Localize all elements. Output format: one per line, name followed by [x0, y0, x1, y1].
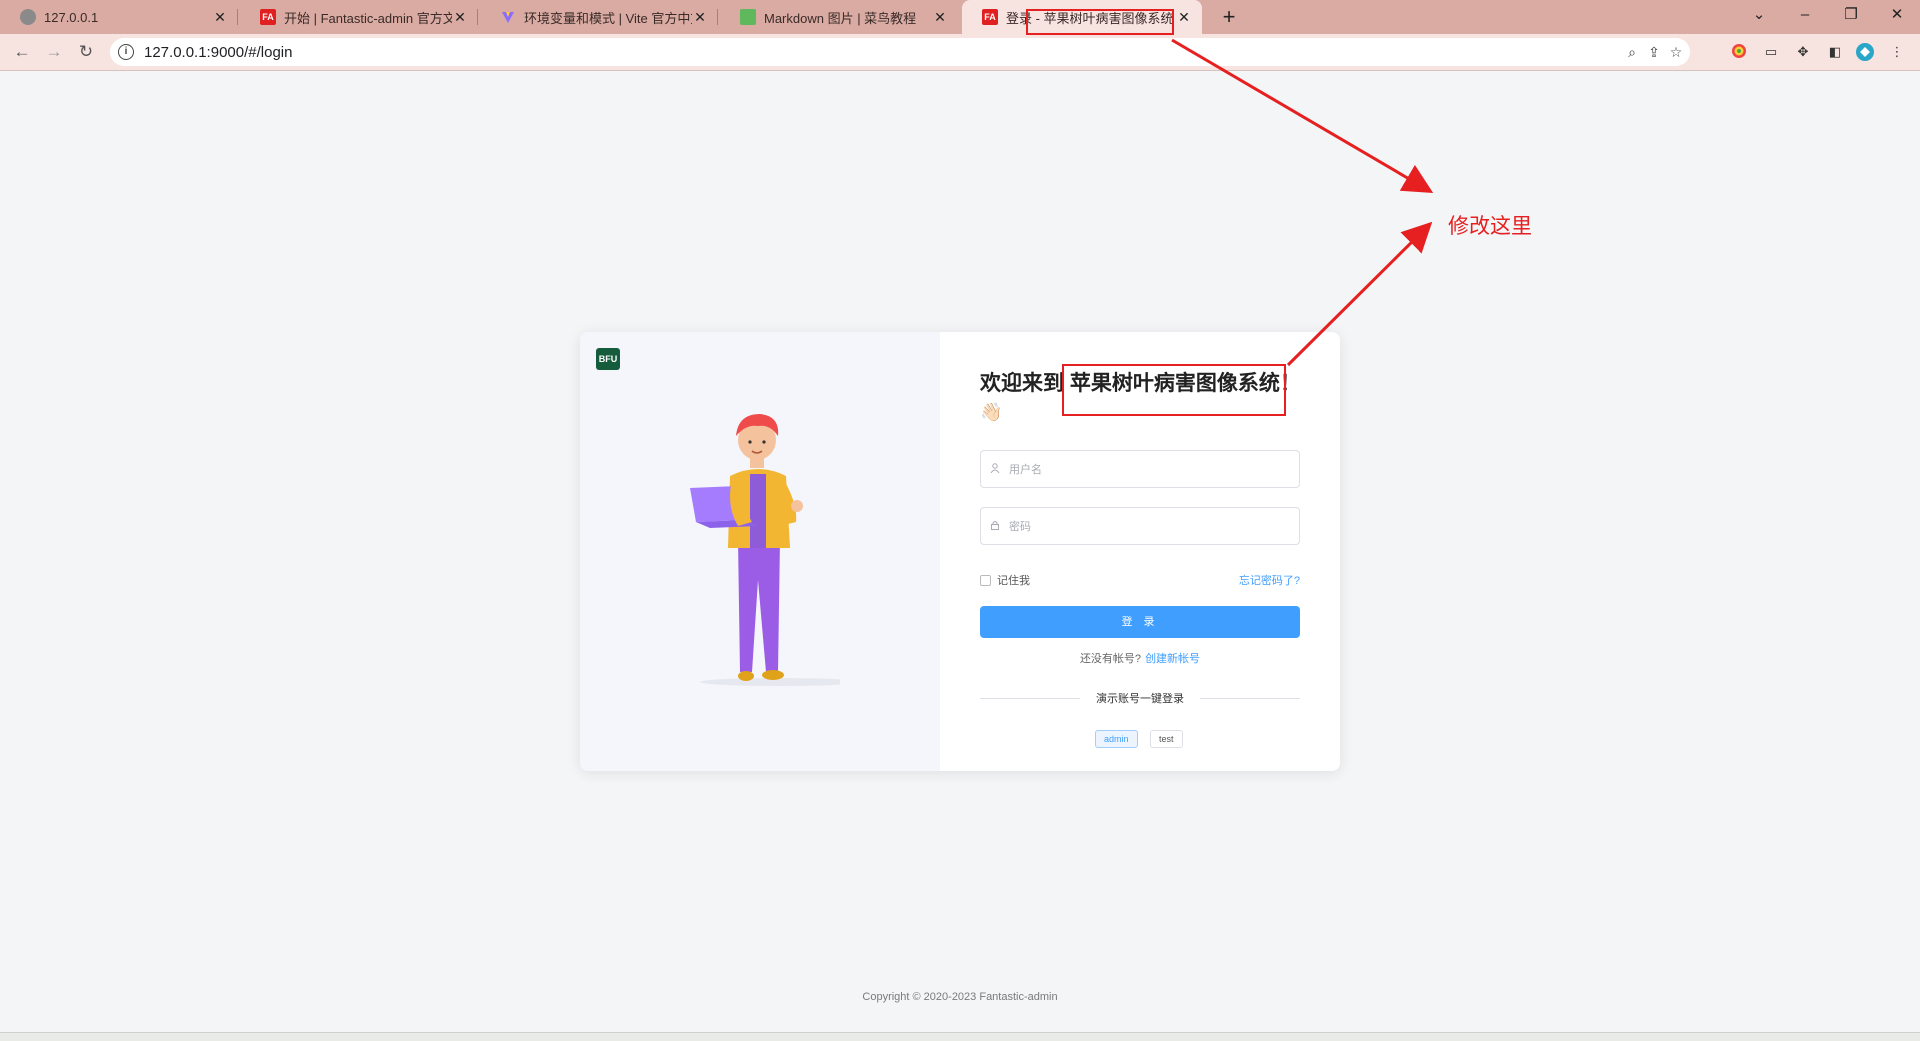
- demo-test-button[interactable]: test: [1150, 730, 1183, 748]
- close-tab-icon[interactable]: ✕: [452, 9, 468, 26]
- person-with-laptop-illustration: [690, 414, 840, 686]
- new-tab-button[interactable]: +: [1216, 4, 1242, 30]
- username-input[interactable]: 用户名: [980, 450, 1300, 488]
- browser-menu-icon[interactable]: ⋮: [1888, 43, 1906, 61]
- forgot-password-link[interactable]: 忘记密码了?: [1239, 572, 1300, 588]
- tab-title: 开始 | Fantastic-admin 官方文档: [284, 10, 452, 26]
- restore-icon[interactable]: ❐: [1828, 0, 1874, 34]
- no-account-text: 还没有帐号?: [1079, 653, 1142, 665]
- fa-logo-icon: FA: [260, 9, 276, 25]
- browser-tab-4[interactable]: Markdown 图片 | 菜鸟教程 ✕: [720, 0, 958, 34]
- browser-tab-1[interactable]: 127.0.0.1 ✕: [0, 0, 238, 34]
- forward-icon[interactable]: →: [42, 40, 66, 64]
- runoob-logo-icon: [740, 9, 756, 25]
- browser-tab-3[interactable]: 环境变量和模式 | Vite 官方中文文档 ✕: [480, 0, 718, 34]
- waving-hand-icon: 👋🏻: [980, 402, 1003, 422]
- remember-me[interactable]: 记住我: [980, 572, 1030, 588]
- zoom-icon[interactable]: ⌕: [1622, 42, 1642, 62]
- password-input[interactable]: 密码: [980, 507, 1300, 545]
- close-window-icon[interactable]: ✕: [1874, 0, 1920, 34]
- remember-label: 记住我: [997, 575, 1030, 587]
- login-button[interactable]: 登 录: [980, 606, 1300, 638]
- close-tab-icon[interactable]: ✕: [212, 9, 228, 26]
- globe-icon: [20, 9, 36, 25]
- reading-list-icon[interactable]: ▭: [1762, 43, 1780, 61]
- browser-tab-bar: 127.0.0.1 ✕ FA 开始 | Fantastic-admin 官方文档…: [0, 0, 1920, 34]
- fa-logo-icon: FA: [982, 9, 998, 25]
- close-tab-icon[interactable]: ✕: [1176, 9, 1192, 26]
- reload-icon[interactable]: ↻: [74, 40, 98, 64]
- welcome-prefix: 欢迎来到: [980, 372, 1064, 395]
- url-text: 127.0.0.1:9000/#/login: [144, 43, 293, 61]
- signup-row: 还没有帐号? 创建新帐号: [940, 650, 1340, 666]
- address-toolbar: ← → ↻ i 127.0.0.1:9000/#/login ⌕ ⇪ ☆: [0, 34, 1920, 71]
- tab-title: Markdown 图片 | 菜鸟教程: [764, 10, 917, 26]
- minimize-icon[interactable]: –: [1782, 0, 1828, 34]
- remember-checkbox[interactable]: [980, 574, 991, 586]
- demo-divider-text: 演示账号一键登录: [1096, 693, 1184, 705]
- extension-color-icon[interactable]: [1730, 43, 1748, 61]
- tab-title: 127.0.0.1: [44, 9, 99, 25]
- back-icon[interactable]: ←: [10, 40, 34, 64]
- close-tab-icon[interactable]: ✕: [692, 9, 708, 26]
- annotation-box-heading: [1062, 364, 1286, 416]
- annotation-box-tab-title: [1026, 9, 1174, 35]
- demo-accounts-divider: 演示账号一键登录: [980, 692, 1300, 706]
- vite-logo-icon: [500, 9, 516, 25]
- login-illustration-panel: BFU: [580, 332, 940, 771]
- lock-icon: [981, 520, 1009, 533]
- annotation-label: 修改这里: [1448, 215, 1532, 238]
- browser-tab-2[interactable]: FA 开始 | Fantastic-admin 官方文档 ✕: [240, 0, 478, 34]
- bookmark-star-icon[interactable]: ☆: [1666, 42, 1686, 62]
- password-placeholder: 密码: [1009, 521, 1031, 533]
- tab-title: 环境变量和模式 | Vite 官方中文文档: [524, 10, 692, 26]
- url-bar[interactable]: i 127.0.0.1:9000/#/login ⌕ ⇪ ☆: [110, 38, 1690, 66]
- create-account-link[interactable]: 创建新帐号: [1145, 653, 1200, 665]
- username-placeholder: 用户名: [1009, 464, 1042, 476]
- tab-search-icon[interactable]: ⌄: [1736, 0, 1782, 34]
- app-logo: BFU: [596, 348, 620, 370]
- extensions-puzzle-icon[interactable]: ✥: [1794, 43, 1812, 61]
- close-tab-icon[interactable]: ✕: [932, 9, 948, 26]
- demo-admin-button[interactable]: admin: [1095, 730, 1138, 748]
- share-icon[interactable]: ⇪: [1644, 42, 1664, 62]
- profile-avatar-icon[interactable]: [1856, 43, 1874, 61]
- user-icon: [981, 462, 1009, 476]
- site-info-icon[interactable]: i: [118, 44, 134, 60]
- side-panel-icon[interactable]: ◧: [1826, 43, 1844, 61]
- copyright-footer: Copyright © 2020-2023 Fantastic-admin: [862, 991, 1058, 1003]
